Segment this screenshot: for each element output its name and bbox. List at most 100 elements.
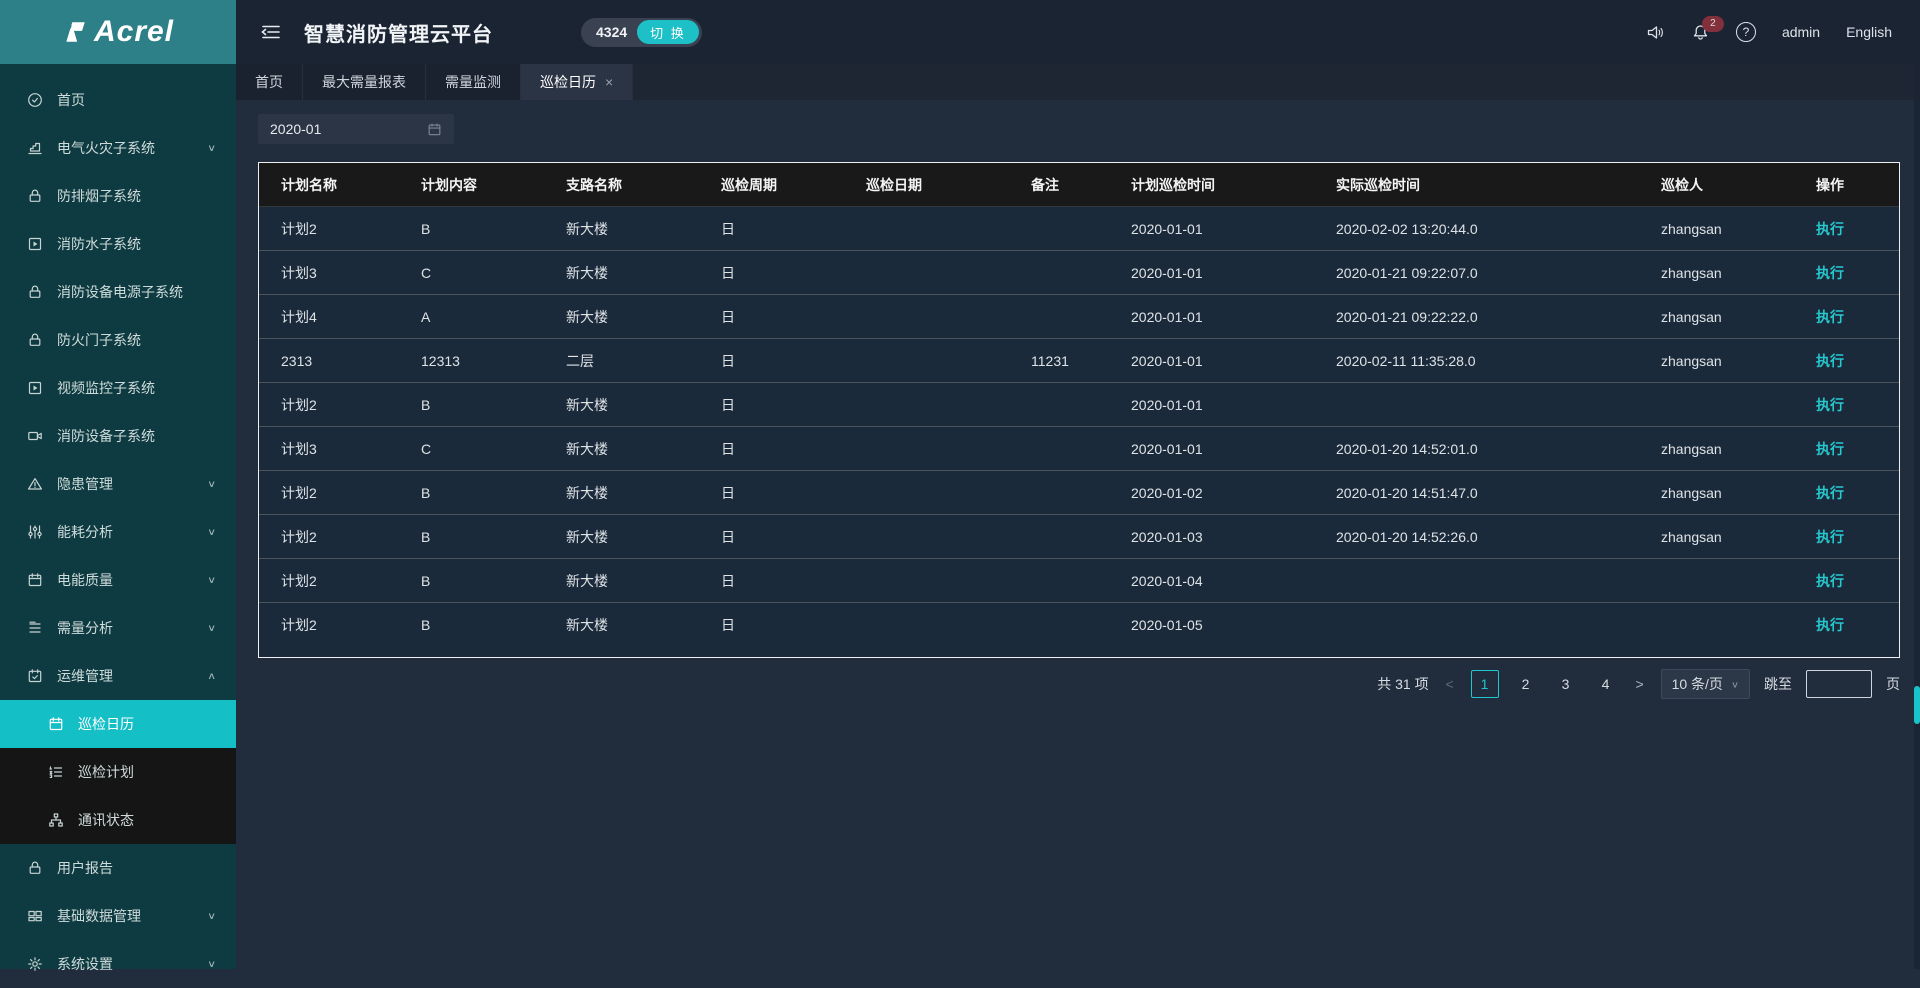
table-cell: 新大楼 <box>544 515 699 559</box>
table-cell: 新大楼 <box>544 471 699 515</box>
sidebar-item-user-report[interactable]: 用户报告 <box>0 844 236 892</box>
table-cell <box>844 207 1009 251</box>
sidebar-item-fire-power[interactable]: 消防设备电源子系统 <box>0 268 236 316</box>
table-cell: zhangsan <box>1639 339 1794 383</box>
content-area: 2020-01 计划名称计划内容支路名称巡检周期巡检日期备注计划巡检时间实际巡检… <box>236 100 1920 969</box>
close-tab-icon[interactable]: × <box>605 74 613 90</box>
lock-icon <box>27 188 43 204</box>
column-header: 实际巡检时间 <box>1314 163 1639 207</box>
station-switcher: 4324 切 换 <box>581 18 702 47</box>
page-1[interactable]: 1 <box>1471 670 1499 698</box>
table-cell: 2020-01-20 14:52:01.0 <box>1314 427 1639 471</box>
sidebar-item-inspection-plan[interactable]: 巡检计划 <box>0 748 236 796</box>
announcement-icon[interactable] <box>1646 23 1665 42</box>
table-cell <box>1314 559 1639 603</box>
table-cell: 日 <box>699 471 844 515</box>
table-cell: 日 <box>699 295 844 339</box>
execute-link[interactable]: 执行 <box>1816 617 1844 633</box>
table-cell: 计划2 <box>259 603 399 647</box>
tab-bar: 首页 最大需量报表 需量监测 巡检日历 × <box>236 64 1920 101</box>
table-cell: 2020-01-01 <box>1109 295 1314 339</box>
table-cell <box>1009 207 1109 251</box>
sidebar-item-electrical-fire[interactable]: 电气火灾子系统 ∨ <box>0 124 236 172</box>
user-menu[interactable]: admin <box>1782 24 1820 40</box>
scrollbar-thumb[interactable] <box>1914 686 1920 724</box>
table-cell: 计划3 <box>259 427 399 471</box>
sidebar-item-inspection-calendar[interactable]: 巡检日历 <box>0 700 236 748</box>
sidebar-item-video-monitor[interactable]: 视频监控子系统 <box>0 364 236 412</box>
table-cell: 2020-01-05 <box>1109 603 1314 647</box>
table-cell: 2020-01-01 <box>1109 339 1314 383</box>
table-cell <box>844 603 1009 647</box>
execute-link[interactable]: 执行 <box>1816 441 1844 457</box>
page-4[interactable]: 4 <box>1593 671 1619 697</box>
table-cell: B <box>399 207 544 251</box>
execute-link[interactable]: 执行 <box>1816 573 1844 589</box>
execute-link[interactable]: 执行 <box>1816 265 1844 281</box>
sidebar-item-energy-analysis[interactable]: 能耗分析 ∨ <box>0 508 236 556</box>
table-cell: B <box>399 515 544 559</box>
sidebar-item-hazard-mgmt[interactable]: 隐患管理 ∨ <box>0 460 236 508</box>
execute-link[interactable]: 执行 <box>1816 309 1844 325</box>
pagination: 共 31 项 < 1 2 3 4 > 10 条/页 ∨ 跳至 页 <box>258 669 1900 699</box>
table-cell: 11231 <box>1009 339 1109 383</box>
column-header: 计划巡检时间 <box>1109 163 1314 207</box>
notification-bell-icon[interactable]: 2 <box>1691 23 1710 42</box>
sidebar-item-smoke-control[interactable]: 防排烟子系统 <box>0 172 236 220</box>
page-size-select[interactable]: 10 条/页 ∨ <box>1661 669 1750 699</box>
language-switch[interactable]: English <box>1846 24 1892 40</box>
chevron-down-icon: ∨ <box>207 958 216 969</box>
sidebar-item-power-quality[interactable]: 电能质量 ∨ <box>0 556 236 604</box>
ops-submenu: 巡检日历 巡检计划 通讯状态 <box>0 700 236 844</box>
page-2[interactable]: 2 <box>1513 671 1539 697</box>
table-cell <box>1009 603 1109 647</box>
sidebar-item-fire-door[interactable]: 防火门子系统 <box>0 316 236 364</box>
table-cell: 新大楼 <box>544 559 699 603</box>
execute-link[interactable]: 执行 <box>1816 353 1844 369</box>
tab-inspection-calendar[interactable]: 巡检日历 × <box>521 64 633 100</box>
chevron-down-icon: ∨ <box>207 910 216 921</box>
switch-station-button[interactable]: 切 换 <box>637 20 699 44</box>
jump-page-input[interactable] <box>1806 670 1872 698</box>
execute-link[interactable]: 执行 <box>1816 397 1844 413</box>
calendar-icon <box>48 716 64 732</box>
sidebar-item-home[interactable]: 首页 <box>0 76 236 124</box>
table-cell: 新大楼 <box>544 207 699 251</box>
sidebar-item-demand-analysis[interactable]: 需量分析 ∨ <box>0 604 236 652</box>
sidebar-item-system-settings[interactable]: 系统设置 ∨ <box>0 940 236 988</box>
tab-demand-monitor[interactable]: 需量监测 <box>426 64 521 100</box>
prev-page-icon[interactable]: < <box>1443 676 1457 692</box>
sidebar-item-comm-status[interactable]: 通讯状态 <box>0 796 236 844</box>
next-page-icon[interactable]: > <box>1633 676 1647 692</box>
table-cell: 2020-01-01 <box>1109 251 1314 295</box>
tab-home[interactable]: 首页 <box>236 64 303 100</box>
table-row: 计划2B新大楼日2020-01-05执行 <box>259 603 1899 647</box>
sidebar-item-base-data[interactable]: 基础数据管理 ∨ <box>0 892 236 940</box>
warning-icon <box>27 476 43 492</box>
table-cell: 计划2 <box>259 559 399 603</box>
collapse-menu-icon[interactable] <box>260 21 282 43</box>
table-cell: 日 <box>699 603 844 647</box>
sidebar-item-ops-mgmt[interactable]: 运维管理 ∧ <box>0 652 236 700</box>
table-cell: 计划2 <box>259 383 399 427</box>
execute-link[interactable]: 执行 <box>1816 529 1844 545</box>
play-square-icon <box>27 380 43 396</box>
month-picker[interactable]: 2020-01 <box>258 114 454 144</box>
table-cell: B <box>399 471 544 515</box>
execute-link[interactable]: 执行 <box>1816 221 1844 237</box>
table-cell <box>844 251 1009 295</box>
sidebar-item-fire-water[interactable]: 消防水子系统 <box>0 220 236 268</box>
execute-link[interactable]: 执行 <box>1816 485 1844 501</box>
chevron-up-icon: ∧ <box>207 670 216 681</box>
play-square-icon <box>27 236 43 252</box>
table-cell: 2020-01-20 14:52:26.0 <box>1314 515 1639 559</box>
table-cell: C <box>399 251 544 295</box>
help-icon[interactable]: ? <box>1736 22 1756 42</box>
sidebar-item-fire-device[interactable]: 消防设备子系统 <box>0 412 236 460</box>
table-cell <box>844 559 1009 603</box>
page-title: 智慧消防管理云平台 <box>304 18 493 47</box>
brand-name: Acrel <box>94 15 174 49</box>
page-3[interactable]: 3 <box>1553 671 1579 697</box>
page-scrollbar[interactable] <box>1914 0 1920 969</box>
tab-max-demand-report[interactable]: 最大需量报表 <box>303 64 426 100</box>
